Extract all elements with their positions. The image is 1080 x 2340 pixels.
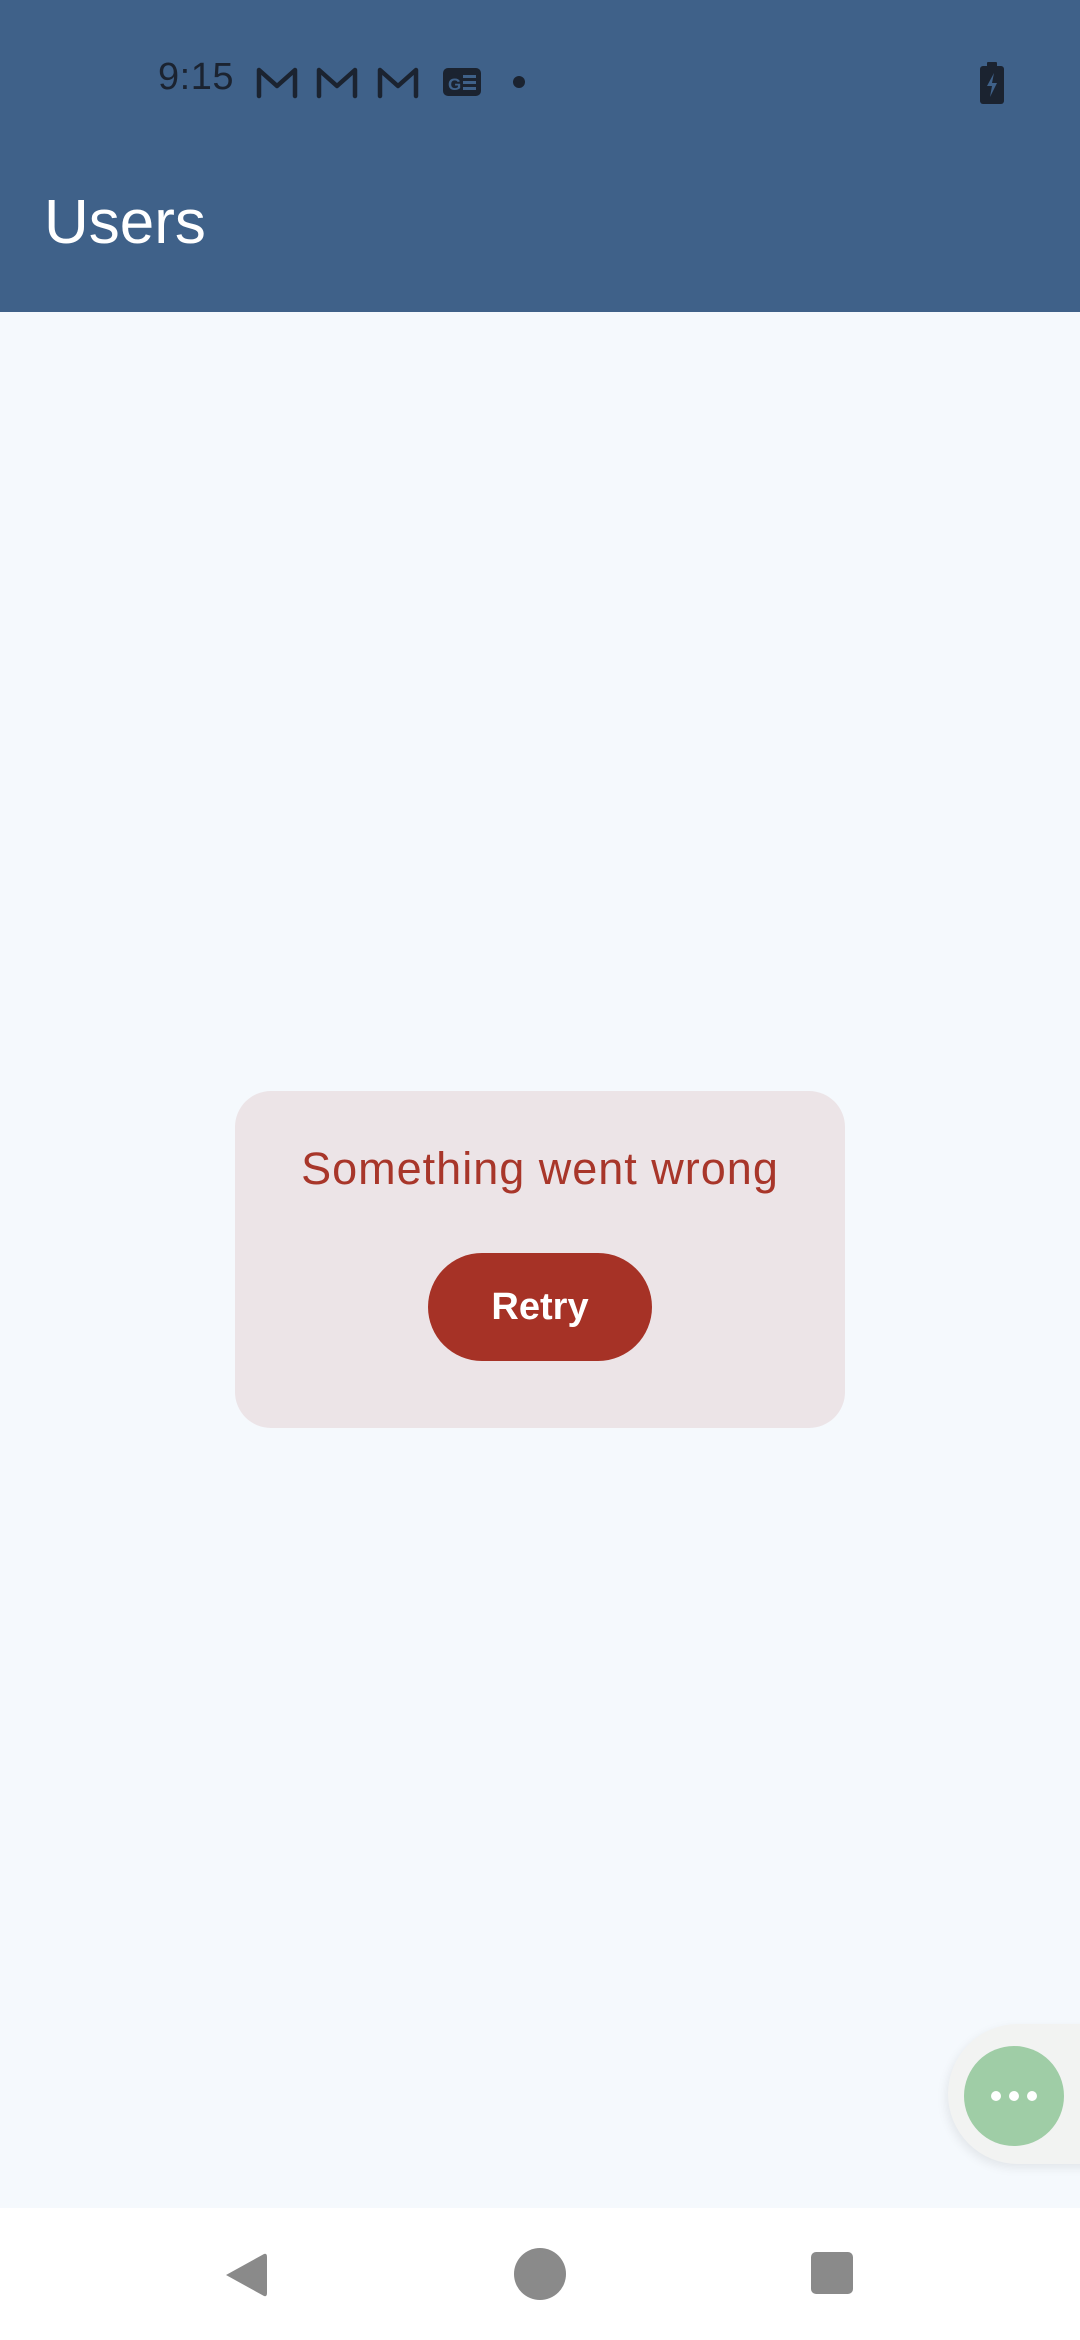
floating-menu-button[interactable]	[964, 2046, 1064, 2146]
page-title: Users	[44, 188, 206, 257]
app-bar: Users	[0, 165, 1080, 312]
svg-text:G: G	[448, 75, 461, 94]
screen: 9:15 G Users Something went wrong Retry	[0, 0, 1080, 2340]
gmail-icon	[316, 67, 358, 99]
dot-icon	[513, 76, 525, 88]
back-icon[interactable]	[222, 2250, 268, 2300]
gmail-icon	[377, 67, 419, 99]
recents-icon[interactable]	[811, 2252, 853, 2294]
navigation-bar	[0, 2208, 1080, 2340]
status-time: 9:15	[158, 56, 234, 98]
battery-charging-icon	[980, 62, 1004, 104]
more-horizontal-icon	[991, 2091, 1037, 2101]
status-bar: 9:15 G	[0, 0, 1080, 165]
header: 9:15 G Users	[0, 0, 1080, 312]
retry-button[interactable]: Retry	[428, 1253, 652, 1361]
error-message: Something went wrong	[301, 1143, 779, 1194]
gmail-icon	[256, 67, 298, 99]
home-icon[interactable]	[514, 2248, 566, 2300]
news-icon: G	[443, 68, 481, 96]
error-card: Something went wrong Retry	[235, 1091, 845, 1428]
